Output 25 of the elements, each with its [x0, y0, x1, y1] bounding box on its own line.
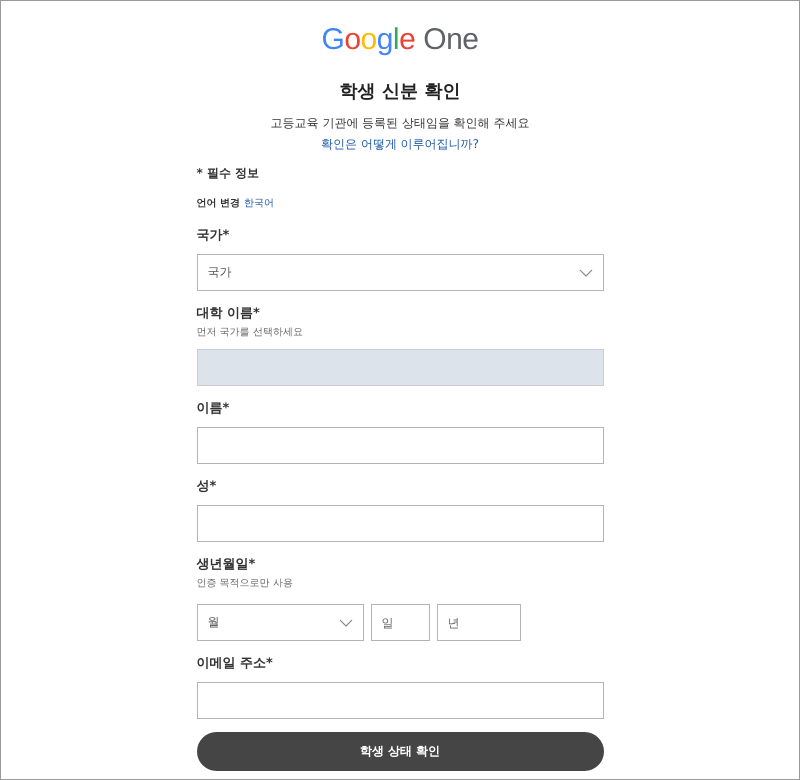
input-field[interactable]	[196, 427, 604, 464]
help-link[interactable]: 확인은 어떻게 이루어집니까?	[321, 136, 479, 153]
field-label: 대학 이름*	[196, 305, 261, 322]
input-field[interactable]	[196, 682, 604, 719]
field-label: 생년월일*	[196, 556, 256, 573]
logo: Google One	[322, 23, 478, 57]
input-field[interactable]	[196, 505, 604, 542]
field-label: 성*	[196, 478, 218, 495]
select-field[interactable]: 월	[196, 604, 364, 641]
chevron-down-icon	[578, 268, 592, 276]
field-label: 이메일 주소*	[196, 655, 274, 672]
page-title: 학생 신분 확인	[340, 80, 460, 103]
language-link[interactable]: 한국어	[244, 196, 274, 210]
field-hint: 먼저 국가를 선택하세요	[196, 326, 304, 339]
input-field[interactable]: 년	[436, 604, 520, 641]
field-label: 이름*	[196, 400, 230, 417]
select-field[interactable]: 국가	[196, 254, 604, 291]
input-field[interactable]: 일	[370, 604, 430, 641]
chevron-down-icon	[338, 618, 352, 626]
submit-button[interactable]: 학생 상태 확인	[196, 732, 604, 771]
field-hint: 인증 목적으로만 사용	[196, 577, 294, 590]
field-label: 국가*	[196, 227, 230, 244]
required-note: * 필수 정보	[196, 165, 260, 182]
language-label: 언어 변경	[196, 197, 240, 210]
subtitle: 고등교육 기관에 등록된 상태임을 확인해 주세요	[270, 115, 530, 132]
